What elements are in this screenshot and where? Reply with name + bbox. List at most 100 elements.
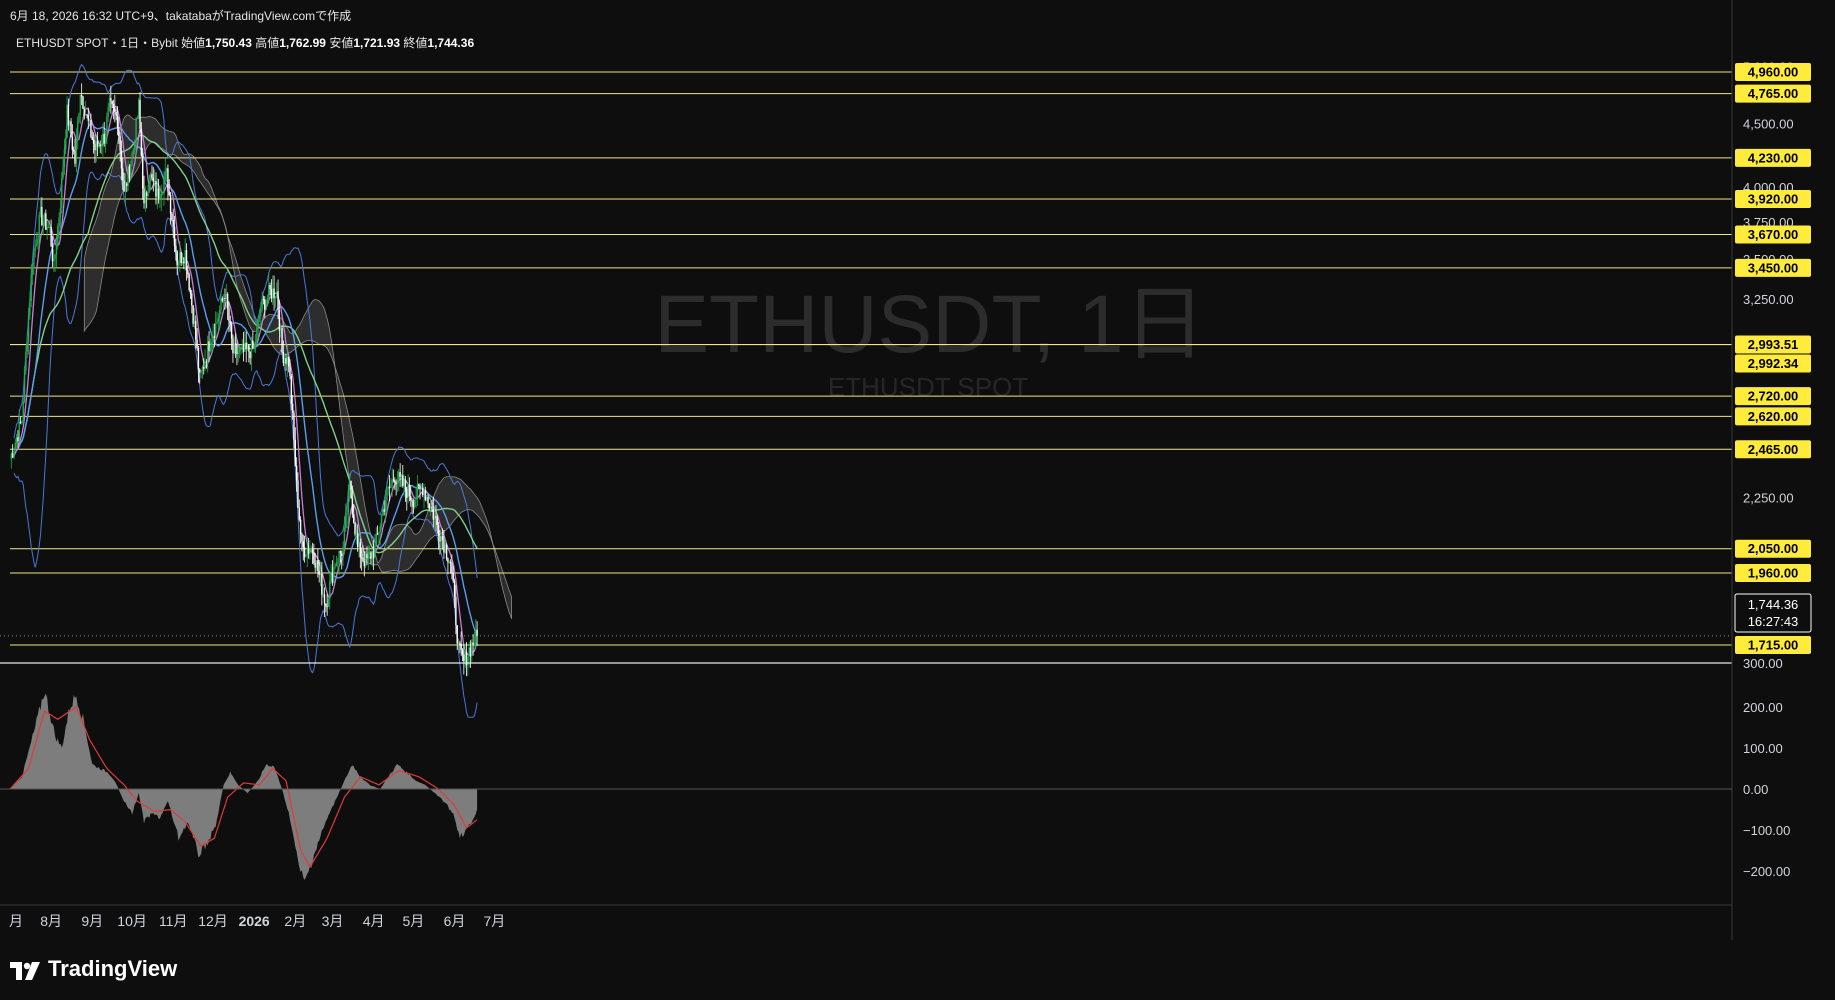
candle-body — [58, 217, 60, 227]
candle-body — [258, 316, 261, 319]
candle-body — [168, 191, 170, 195]
candle-body — [176, 251, 178, 266]
candle-body — [387, 487, 389, 489]
candle-body — [233, 343, 235, 354]
candle-body — [290, 375, 293, 404]
candle-body — [79, 94, 82, 114]
candle-body — [395, 482, 397, 484]
candle-body — [404, 479, 407, 490]
macd-tick-label: 200.00 — [1743, 700, 1783, 715]
candle-body — [140, 128, 143, 156]
time-tick-label: 8月 — [40, 913, 62, 929]
candle-body — [352, 514, 355, 523]
candle-body — [245, 342, 247, 349]
candle-body — [57, 226, 59, 246]
candle-body — [367, 552, 369, 558]
candle-body — [18, 421, 20, 442]
candle-body — [99, 144, 101, 147]
time-tick-label: 3月 — [322, 913, 344, 929]
candle-body — [91, 136, 93, 140]
candle-body — [242, 344, 245, 352]
candle-body — [368, 552, 371, 554]
candle-body — [142, 155, 144, 189]
candle-body — [78, 113, 80, 122]
candle-body — [390, 484, 392, 488]
candle-body — [214, 323, 217, 339]
candle-body — [84, 114, 87, 116]
candle-body — [149, 174, 152, 182]
candle-body — [192, 305, 194, 324]
candle-body — [291, 403, 294, 413]
candle-body — [244, 342, 246, 352]
candle-body — [464, 651, 466, 662]
candle-body — [15, 437, 18, 443]
chart-canvas[interactable]: ETHUSDT, 1日 ETHUSDT SPOT 5,000.004,500.0… — [0, 0, 1835, 1000]
candle-body — [151, 174, 153, 178]
candle-body — [443, 540, 445, 553]
countdown-label: 16:27:43 — [1748, 614, 1799, 629]
level-label: 2,050.00 — [1748, 541, 1799, 556]
candle-body — [208, 341, 210, 352]
macd-tick-label: −100.00 — [1743, 823, 1790, 838]
candle-body — [414, 499, 416, 508]
candle-body — [321, 573, 323, 595]
candle-body — [305, 555, 307, 557]
candle-body — [451, 563, 453, 573]
candle-body — [433, 516, 436, 520]
candle-body — [416, 484, 419, 498]
candle-body — [114, 108, 116, 112]
candle-body — [265, 301, 267, 310]
level-label: 3,450.00 — [1748, 260, 1799, 275]
candle-body — [42, 220, 44, 225]
candle-body — [61, 177, 63, 209]
candle-body — [66, 104, 68, 138]
candle-body — [92, 139, 95, 144]
candle-body — [429, 506, 432, 509]
candle-body — [185, 250, 188, 271]
candle-body — [307, 549, 310, 554]
candle-body — [49, 226, 51, 228]
candle-body — [315, 560, 318, 568]
candle-body — [74, 151, 76, 164]
tradingview-logo[interactable]: TradingView — [10, 956, 177, 982]
candle-body — [59, 208, 62, 218]
legend-high-label: 高値 — [255, 36, 280, 50]
legend-symbol: ETHUSDT SPOT・1日・Bybit — [16, 36, 178, 50]
candle-body — [55, 245, 58, 256]
candle-body — [323, 594, 326, 604]
candle-body — [115, 111, 117, 116]
candle-body — [193, 320, 196, 324]
candle-body — [406, 489, 408, 498]
candle-body — [180, 252, 182, 264]
candle-body — [363, 560, 366, 567]
candle-body — [106, 116, 108, 134]
level-label: 4,765.00 — [1748, 86, 1799, 101]
price-tick-label: 300.00 — [1743, 656, 1783, 671]
candle-body — [167, 168, 169, 192]
candle-body — [343, 528, 346, 547]
candle-body — [394, 480, 396, 483]
candle-body — [335, 562, 338, 567]
level-label: 2,993.51 — [1748, 337, 1799, 352]
candle-body — [132, 150, 135, 154]
candle-body — [269, 285, 271, 289]
candle-body — [189, 290, 192, 294]
candle-body — [130, 164, 132, 178]
candle-body — [249, 351, 251, 359]
candle-body — [266, 297, 269, 302]
legend-low: 1,721.93 — [353, 36, 401, 50]
candle-body — [309, 550, 311, 554]
macd-tick-label: −200.00 — [1743, 864, 1790, 879]
candle-body — [347, 490, 350, 513]
candle-body — [111, 100, 113, 104]
candle-body — [19, 421, 22, 423]
candle-body — [211, 342, 213, 348]
legend-low-label: 安値 — [329, 36, 354, 50]
candle-body — [14, 442, 17, 451]
candle-body — [415, 497, 417, 500]
candle-body — [383, 509, 385, 512]
candle-body — [302, 541, 304, 548]
candle-body — [70, 121, 72, 138]
candle-body — [325, 603, 327, 607]
candle-body — [156, 188, 158, 197]
